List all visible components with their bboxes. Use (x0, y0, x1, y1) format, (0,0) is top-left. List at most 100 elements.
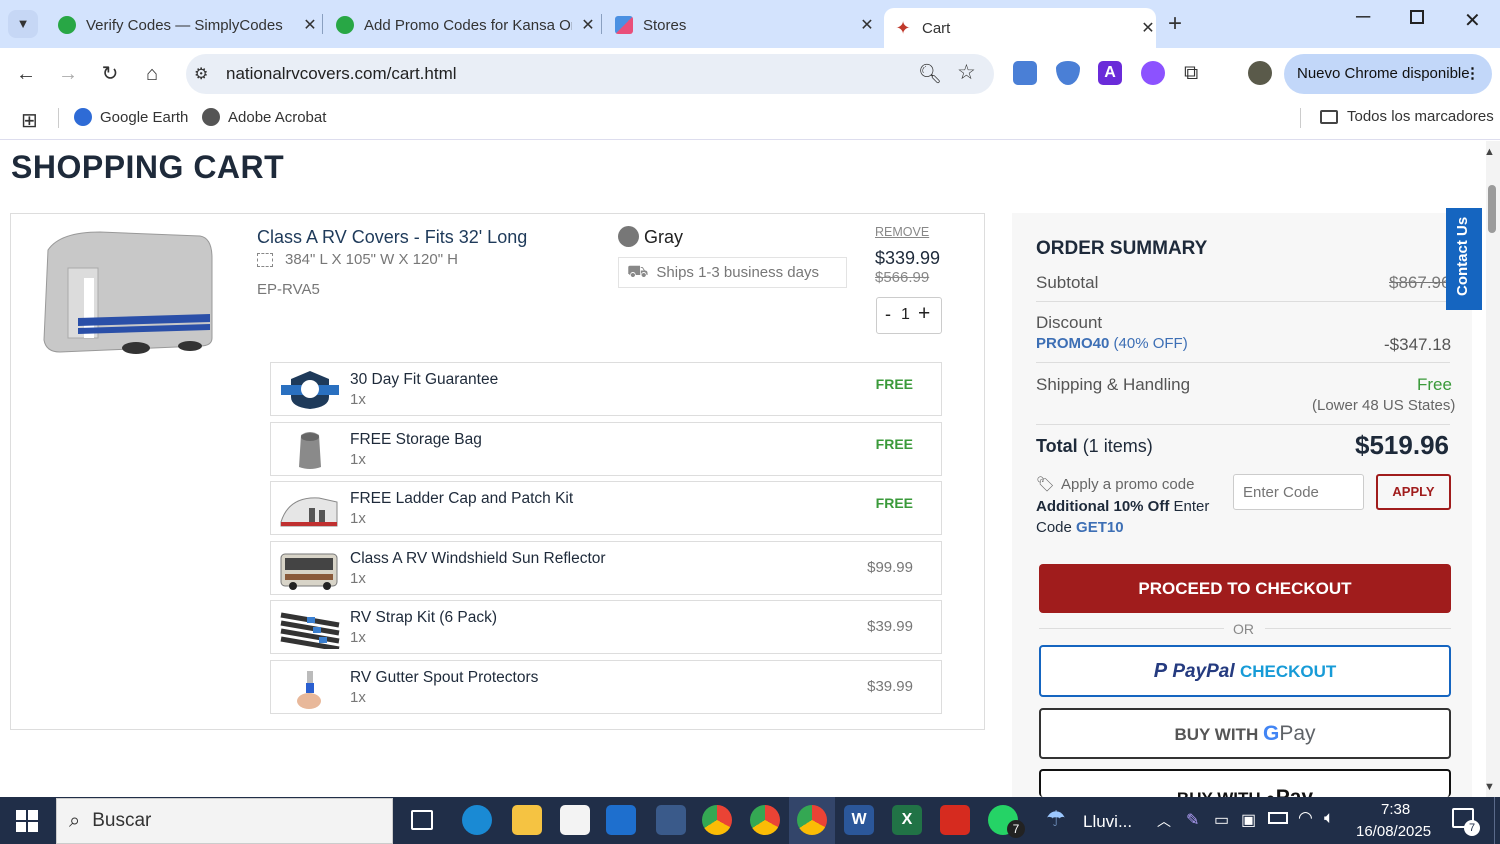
tab-verify-codes[interactable]: Verify Codes — SimplyCodes ✕ (48, 8, 318, 42)
search-icon: ⌕ (69, 809, 81, 832)
zoom-icon[interactable]: 🔍︎ (918, 62, 942, 86)
simplycodes-icon (336, 16, 354, 34)
close-icon[interactable]: ✕ (302, 15, 318, 35)
store-icon[interactable] (560, 805, 590, 835)
word-icon[interactable]: W (844, 805, 874, 835)
tab-cart[interactable]: ✦ Cart ✕ (884, 8, 1156, 48)
quantity-minus-button[interactable]: - (885, 304, 891, 325)
puzzle-icon[interactable]: ⧉ (1184, 61, 1208, 85)
addon-row[interactable]: 30 Day Fit Guarantee 1x FREE (270, 362, 942, 416)
windows-start-icon[interactable] (16, 810, 38, 832)
subtotal-value: $867.96 (1389, 273, 1451, 292)
product-image[interactable] (40, 228, 215, 358)
shipping-value: Free (1417, 375, 1452, 394)
bookmark-google-earth[interactable]: Google Earth (74, 108, 188, 126)
close-icon[interactable]: ✕ (859, 15, 875, 35)
home-icon[interactable]: ⌂ (138, 60, 166, 88)
acrobat-icon[interactable] (940, 805, 970, 835)
scrollbar-thumb[interactable] (1488, 185, 1496, 233)
addon-name: FREE Storage Bag (350, 431, 482, 448)
scroll-up-icon[interactable]: ▲ (1484, 146, 1495, 158)
all-bookmarks[interactable]: Todos los marcadores (1320, 108, 1494, 125)
addon-qty: 1x (350, 391, 366, 408)
pen-icon[interactable]: ✎ (1186, 810, 1199, 830)
discount-label: Discount (1036, 313, 1103, 332)
addon-row[interactable]: FREE Ladder Cap and Patch Kit 1x FREE (270, 481, 942, 535)
proceed-to-checkout-button[interactable]: PROCEED TO CHECKOUT (1039, 564, 1451, 613)
new-chrome-button[interactable]: Nuevo Chrome disponible ⋮ (1284, 54, 1492, 94)
gutter-spout-icon (279, 667, 341, 709)
excel-icon[interactable]: X (892, 805, 922, 835)
wifi-icon[interactable]: ◠ (1298, 808, 1313, 828)
reload-icon[interactable]: ↻ (96, 60, 124, 88)
app-icon[interactable] (656, 805, 686, 835)
edge-icon[interactable] (462, 805, 492, 835)
forward-icon[interactable]: → (54, 60, 82, 88)
battery-icon[interactable] (1268, 812, 1288, 824)
addon-row[interactable]: FREE Storage Bag 1x FREE (270, 422, 942, 476)
meet-icon[interactable]: ▭ (1214, 810, 1229, 830)
product-name[interactable]: Class A RV Covers - Fits 32' Long (257, 227, 527, 248)
product-sku: EP-RVA5 (257, 281, 320, 298)
chrome-icon[interactable] (702, 805, 732, 835)
scroll-down-icon[interactable]: ▼ (1484, 781, 1495, 793)
extension-a-icon[interactable]: A (1098, 61, 1122, 85)
url-text[interactable]: nationalrvcovers.com/cart.html (226, 64, 457, 84)
scrollbar[interactable] (1486, 141, 1500, 797)
menu-icon[interactable]: ⋮ (1465, 54, 1480, 94)
site-info-icon[interactable]: ⚙ (194, 64, 208, 84)
taskbar-search[interactable]: ⌕ Buscar (56, 798, 393, 844)
apps-grid-icon[interactable]: ⊞ (21, 108, 38, 133)
addon-row[interactable]: RV Strap Kit (6 Pack) 1x $39.99 (270, 600, 942, 654)
close-window-button[interactable]: ✕ (1464, 8, 1481, 33)
addon-row[interactable]: RV Gutter Spout Protectors 1x $39.99 (270, 660, 942, 714)
clock-time[interactable]: 7:38 (1381, 801, 1410, 818)
bookmark-adobe-acrobat[interactable]: Adobe Acrobat (202, 108, 326, 126)
clock-date[interactable]: 16/08/2025 (1356, 823, 1431, 840)
task-view-icon[interactable] (411, 810, 433, 830)
promo-code-input[interactable] (1233, 474, 1364, 510)
tab-add-promo-codes[interactable]: Add Promo Codes for Kansa Or ✕ (326, 8, 596, 42)
notifications-badge: 7 (1464, 820, 1480, 836)
quantity-plus-button[interactable]: + (918, 302, 930, 326)
back-icon[interactable]: ← (12, 60, 40, 88)
google-pay-button[interactable]: BUY WITH GPay (1039, 708, 1451, 759)
shipping-label: Shipping & Handling (1036, 375, 1191, 394)
apple-pay-button[interactable]: BUY WITH ●Pay (1039, 769, 1451, 797)
shipping-info: ⛟ Ships 1-3 business days (618, 257, 847, 288)
simplycodes-icon (58, 16, 76, 34)
translate-icon[interactable] (1013, 61, 1037, 85)
bookmark-star-icon[interactable]: ☆ (957, 60, 976, 85)
file-explorer-icon[interactable] (512, 805, 542, 835)
addon-qty: 1x (350, 629, 366, 646)
chrome-icon[interactable] (797, 805, 827, 835)
extension-purple-icon[interactable] (1141, 61, 1165, 85)
outlook-icon[interactable] (606, 805, 636, 835)
quantity-value[interactable]: 1 (901, 306, 910, 324)
discount-code: PROMO40 (40% OFF) (1036, 335, 1188, 352)
apply-button[interactable]: APPLY (1376, 474, 1451, 510)
tray-chevron-icon[interactable]: ︿ (1157, 811, 1171, 831)
tab-search-button[interactable]: ▼ (8, 10, 38, 38)
show-desktop[interactable] (1494, 797, 1495, 844)
remove-link[interactable]: REMOVE (875, 225, 929, 239)
close-icon[interactable]: ✕ (1140, 18, 1156, 38)
contact-us-tab[interactable]: Contact Us (1446, 208, 1482, 310)
new-tab-button[interactable]: + (1168, 10, 1182, 38)
addon-name: 30 Day Fit Guarantee (350, 371, 499, 388)
tab-stores[interactable]: Stores ✕ (605, 8, 875, 42)
paypal-checkout-button[interactable]: P PayPal CHECKOUT (1039, 645, 1451, 697)
restore-button[interactable] (1410, 10, 1424, 24)
cart-icon: ✦ (894, 18, 912, 38)
subtotal-label: Subtotal (1036, 273, 1099, 292)
volume-icon[interactable]: 🔈︎ (1324, 808, 1334, 828)
minimize-button[interactable]: ─ (1356, 6, 1370, 29)
screen-icon[interactable]: ▣ (1241, 810, 1256, 830)
profile-avatar[interactable] (1248, 61, 1272, 85)
addon-name: FREE Ladder Cap and Patch Kit (350, 490, 574, 507)
globe-icon (74, 108, 92, 126)
addon-row[interactable]: Class A RV Windshield Sun Reflector 1x $… (270, 541, 942, 595)
weather-text[interactable]: Lluvi... (1083, 812, 1132, 832)
chrome-icon[interactable] (750, 805, 780, 835)
close-icon[interactable]: ✕ (580, 15, 596, 35)
